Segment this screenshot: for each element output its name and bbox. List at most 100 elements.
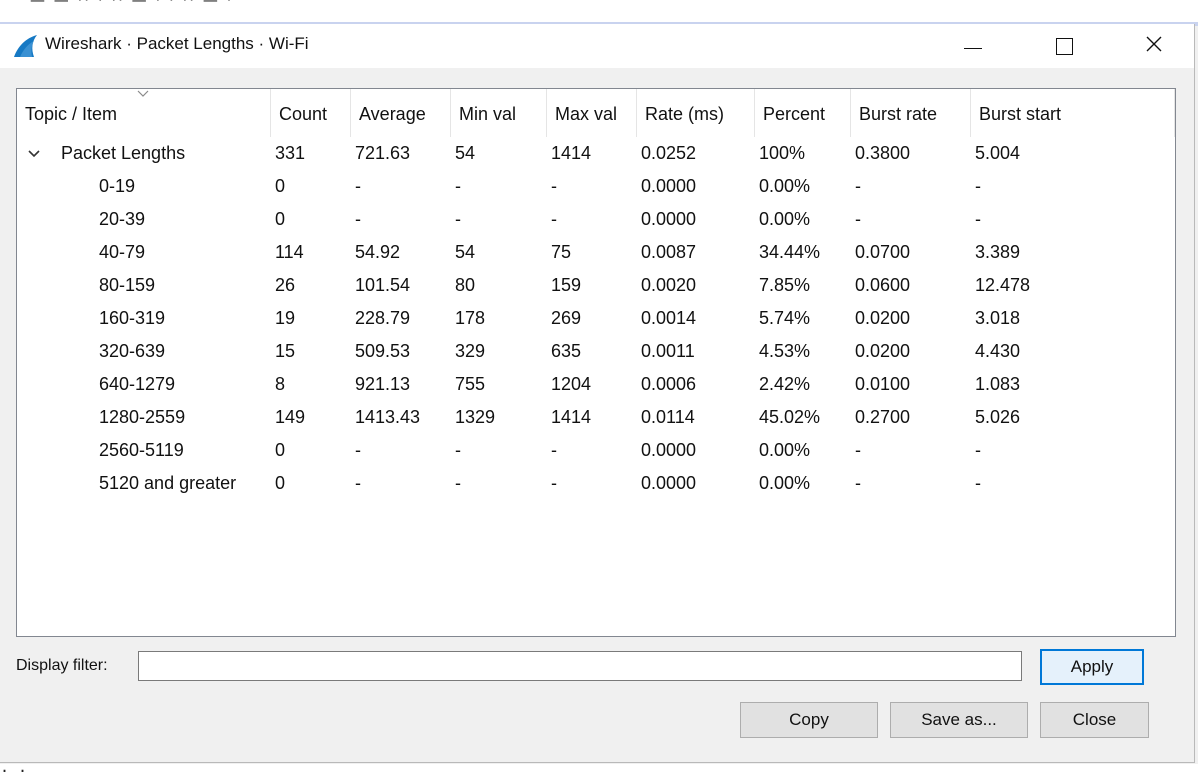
cell-count: 0 [275,440,286,460]
cell-topic-item: 2560-5119 [99,440,184,460]
table-row[interactable]: 40-79 114 54.92 54 75 0.0087 34.44% 0.0700 3.389 [17,236,1175,269]
table-row[interactable]: 320-639 15 509.53 329 635 0.0011 4.53% 0.0200 4.… [17,335,1175,368]
table-row[interactable]: 2560-5119 0 - - - 0.0000 0.00% - - [17,434,1175,467]
cell-percent: 2.42% [759,374,811,394]
cell-average: 228.79 [355,308,411,328]
maximize-button[interactable] [1036,24,1092,68]
apply-button[interactable]: Apply [1040,649,1144,685]
cell-min-val: - [455,473,461,493]
cell-burst-start: - [975,209,981,229]
cell-percent: 0.00% [759,440,811,460]
cell-burst-rate: 0.0100 [855,374,911,394]
cell-min-val: 329 [455,341,486,361]
cell-count: 19 [275,308,296,328]
column-header-percent[interactable]: Percent [755,89,851,137]
cell-percent: 0.00% [759,176,811,196]
cell-burst-start: - [975,473,981,493]
cell-average: 101.54 [355,275,411,295]
cell-max-val: - [551,473,557,493]
cell-average: 1413.43 [355,407,421,427]
cell-burst-rate: 0.0200 [855,341,911,361]
cell-max-val: 269 [551,308,582,328]
cell-rate-ms: 0.0252 [641,143,697,163]
cell-burst-rate: 0.2700 [855,407,911,427]
cell-rate-ms: 0.0014 [641,308,697,328]
cell-percent: 5.74% [759,308,811,328]
cell-average: 721.63 [355,143,411,163]
cell-topic-item: 640-1279 [99,374,176,394]
cell-burst-start: 12.478 [975,275,1031,295]
close-button[interactable]: Close [1040,702,1149,738]
cell-burst-rate: - [855,176,861,196]
cell-min-val: 1329 [455,407,496,427]
title-bar[interactable]: Wireshark · Packet Lengths · Wi-Fi [0,24,1194,68]
cell-percent: 7.85% [759,275,811,295]
cell-burst-start: 1.083 [975,374,1021,394]
stats-tree[interactable]: Topic / Item Count Average Min val Max val Ra… [16,88,1176,637]
cell-average: 509.53 [355,341,411,361]
cell-min-val: 54 [455,143,476,163]
table-row[interactable]: 1280-2559 149 1413.43 1329 1414 0.0114 45.02% 0… [17,401,1175,434]
cell-percent: 34.44% [759,242,821,262]
copy-button[interactable]: Copy [740,702,878,738]
cell-burst-start: - [975,440,981,460]
cell-burst-rate: 0.0600 [855,275,911,295]
cell-max-val: - [551,176,557,196]
cell-rate-ms: 0.0087 [641,242,697,262]
cell-count: 0 [275,473,286,493]
cell-max-val: 635 [551,341,582,361]
cell-burst-rate: - [855,440,861,460]
cell-burst-start: 5.026 [975,407,1021,427]
column-header-rate-ms[interactable]: Rate (ms) [637,89,755,137]
cell-rate-ms: 0.0114 [641,407,695,427]
cell-count: 15 [275,341,296,361]
cell-min-val: 178 [455,308,486,328]
cell-burst-rate: - [855,473,861,493]
cell-burst-rate: 0.0700 [855,242,911,262]
cell-min-val: - [455,176,461,196]
table-row[interactable]: 640-1279 8 921.13 755 1204 0.0006 2.42% 0.0100 1… [17,368,1175,401]
cell-rate-ms: 0.0006 [641,374,697,394]
tree-row-packet-lengths[interactable]: Packet Lengths 331 721.63 54 1414 0.0252 100% 0… [17,137,1175,170]
column-header-burst-rate[interactable]: Burst rate [851,89,971,137]
column-header-max-val[interactable]: Max val [547,89,637,137]
close-window-button[interactable] [1126,24,1182,68]
cell-topic-item: 5120 and greater [99,473,237,493]
display-filter-input[interactable] [138,651,1022,681]
table-row[interactable]: 5120 and greater 0 - - - 0.0000 0.00% - - [17,467,1175,500]
save-as-button[interactable]: Save as... [890,702,1028,738]
column-header-row: Topic / Item Count Average Min val Max val Ra… [17,89,1175,137]
cell-count: 331 [275,143,306,163]
cell-topic-item: 20-39 [99,209,146,229]
cell-count: 149 [275,407,306,427]
minimize-button[interactable] [945,24,1001,68]
column-header-average[interactable]: Average [351,89,451,137]
table-row[interactable]: 0-19 0 - - - 0.0000 0.00% - - [17,170,1175,203]
maximize-icon [1055,37,1073,55]
column-header-min-val[interactable]: Min val [451,89,547,137]
table-row[interactable]: 80-159 26 101.54 80 159 0.0020 7.85% 0.0600 12.4… [17,269,1175,302]
column-header-burst-start[interactable]: Burst start [971,89,1175,137]
cell-average: - [355,440,361,460]
table-row[interactable]: 160-319 19 228.79 178 269 0.0014 5.74% 0.0200 3.… [17,302,1175,335]
cell-percent: 0.00% [759,209,811,229]
cell-max-val: 159 [551,275,582,295]
cell-burst-rate: 0.3800 [855,143,911,163]
chevron-down-icon[interactable] [27,137,43,170]
cell-average: - [355,209,361,229]
cell-max-val: - [551,440,557,460]
cell-burst-start: - [975,176,981,196]
cell-percent: 0.00% [759,473,811,493]
table-row[interactable]: 20-39 0 - - - 0.0000 0.00% - - [17,203,1175,236]
cell-min-val: - [455,440,461,460]
cell-burst-rate: - [855,209,861,229]
column-header-count[interactable]: Count [271,89,351,137]
cell-percent: 45.02% [759,407,821,427]
window-title: Wireshark · Packet Lengths · Wi-Fi [45,34,309,53]
cell-min-val: 54 [455,242,476,262]
cell-max-val: 1204 [551,374,592,394]
cell-topic-item: 0-19 [99,176,136,196]
cell-topic-item: 40-79 [99,242,146,262]
cell-topic-item: 1280-2559 [99,407,186,427]
cell-topic-item: 160-319 [99,308,166,328]
